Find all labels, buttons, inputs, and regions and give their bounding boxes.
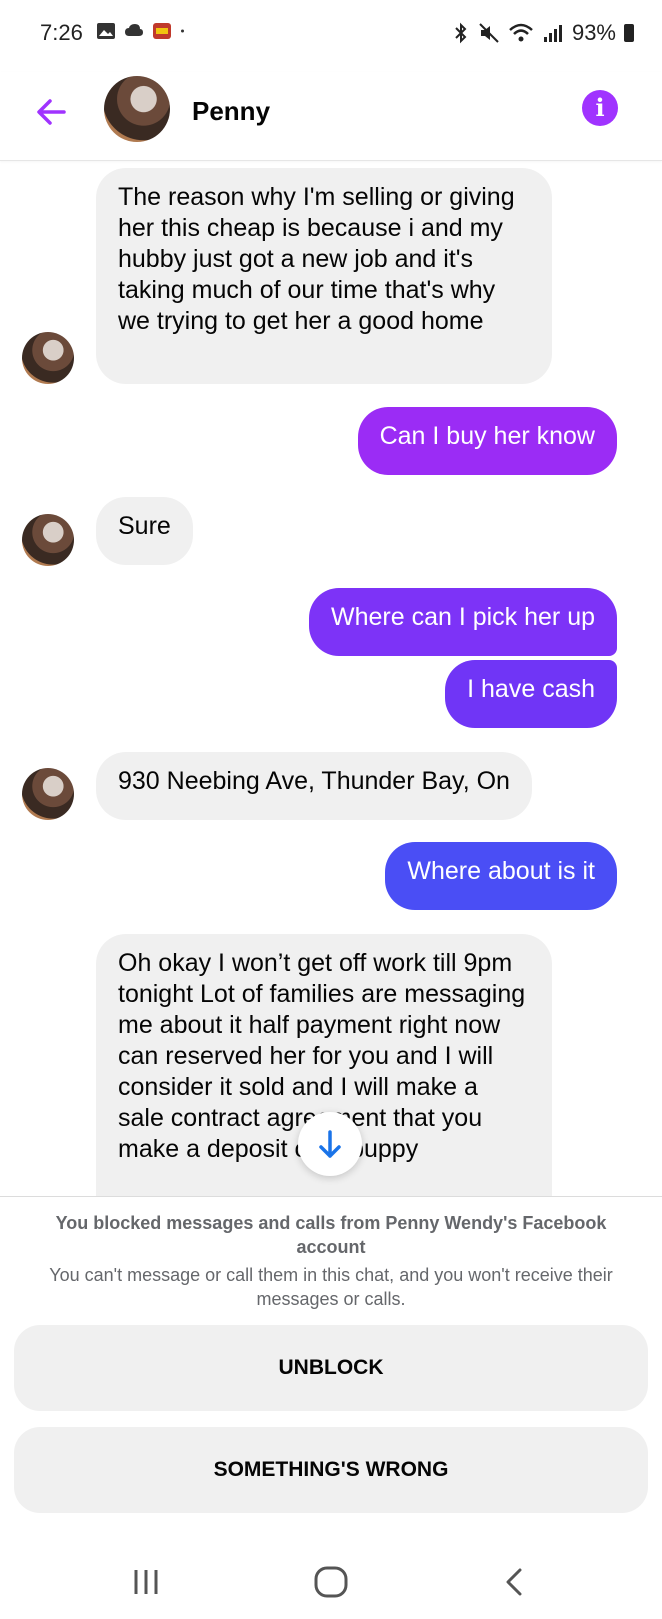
- system-nav-bar: [0, 1546, 662, 1619]
- signal-icon: [543, 25, 562, 42]
- status-time: 7:26: [40, 20, 83, 45]
- message-bubble-outgoing[interactable]: Can I buy her know: [357, 407, 617, 475]
- wifi-icon: [509, 23, 533, 42]
- sender-avatar[interactable]: [22, 768, 74, 820]
- recent-apps-icon[interactable]: [128, 1566, 164, 1598]
- contact-name[interactable]: Penny: [192, 96, 270, 127]
- back-nav-icon[interactable]: [500, 1564, 530, 1600]
- sender-avatar[interactable]: [22, 514, 74, 566]
- chat-header: Penny i: [0, 72, 662, 161]
- home-icon[interactable]: [312, 1564, 350, 1600]
- game-app-icon: [153, 23, 171, 39]
- back-arrow-icon[interactable]: [30, 90, 74, 134]
- contact-avatar[interactable]: [104, 76, 170, 142]
- arrow-down-icon: [319, 1130, 341, 1158]
- message-bubble-incoming[interactable]: Sure: [96, 497, 193, 565]
- unblock-button[interactable]: UNBLOCK: [14, 1325, 648, 1411]
- blocked-notice-subtitle: You can't message or call them in this c…: [49, 1265, 613, 1309]
- battery-percent: 93%: [571, 20, 616, 45]
- dot-icon: [181, 29, 184, 33]
- message-bubble-incoming[interactable]: Oh okay I won’t get off work till 9pm to…: [96, 934, 552, 1234]
- scroll-to-bottom-button[interactable]: [298, 1112, 362, 1176]
- message-bubble-outgoing[interactable]: Where can I pick her up: [308, 588, 617, 656]
- message-bubble-outgoing[interactable]: I have cash: [445, 660, 617, 728]
- mute-icon: [479, 23, 499, 43]
- bluetooth-icon: [455, 22, 467, 44]
- battery-icon: [624, 24, 634, 42]
- info-icon[interactable]: i: [582, 90, 618, 126]
- gallery-icon: [97, 23, 115, 39]
- notification-icons: [96, 22, 190, 40]
- message-bubble-incoming[interactable]: The reason why I'm selling or giving her…: [96, 168, 552, 384]
- cloud-icon: [125, 24, 143, 36]
- message-bubble-incoming[interactable]: 930 Neebing Ave, Thunder Bay, On: [96, 752, 532, 820]
- system-status: 93%: [452, 20, 634, 46]
- status-bar: 7:26 93%: [0, 0, 662, 72]
- message-bubble-outgoing[interactable]: Where about is it: [385, 842, 617, 910]
- sender-avatar[interactable]: [22, 332, 74, 384]
- something-wrong-button[interactable]: SOMETHING'S WRONG: [14, 1427, 648, 1513]
- blocked-notice-panel: You blocked messages and calls from Penn…: [0, 1196, 662, 1547]
- blocked-notice-title: You blocked messages and calls from Penn…: [55, 1213, 607, 1257]
